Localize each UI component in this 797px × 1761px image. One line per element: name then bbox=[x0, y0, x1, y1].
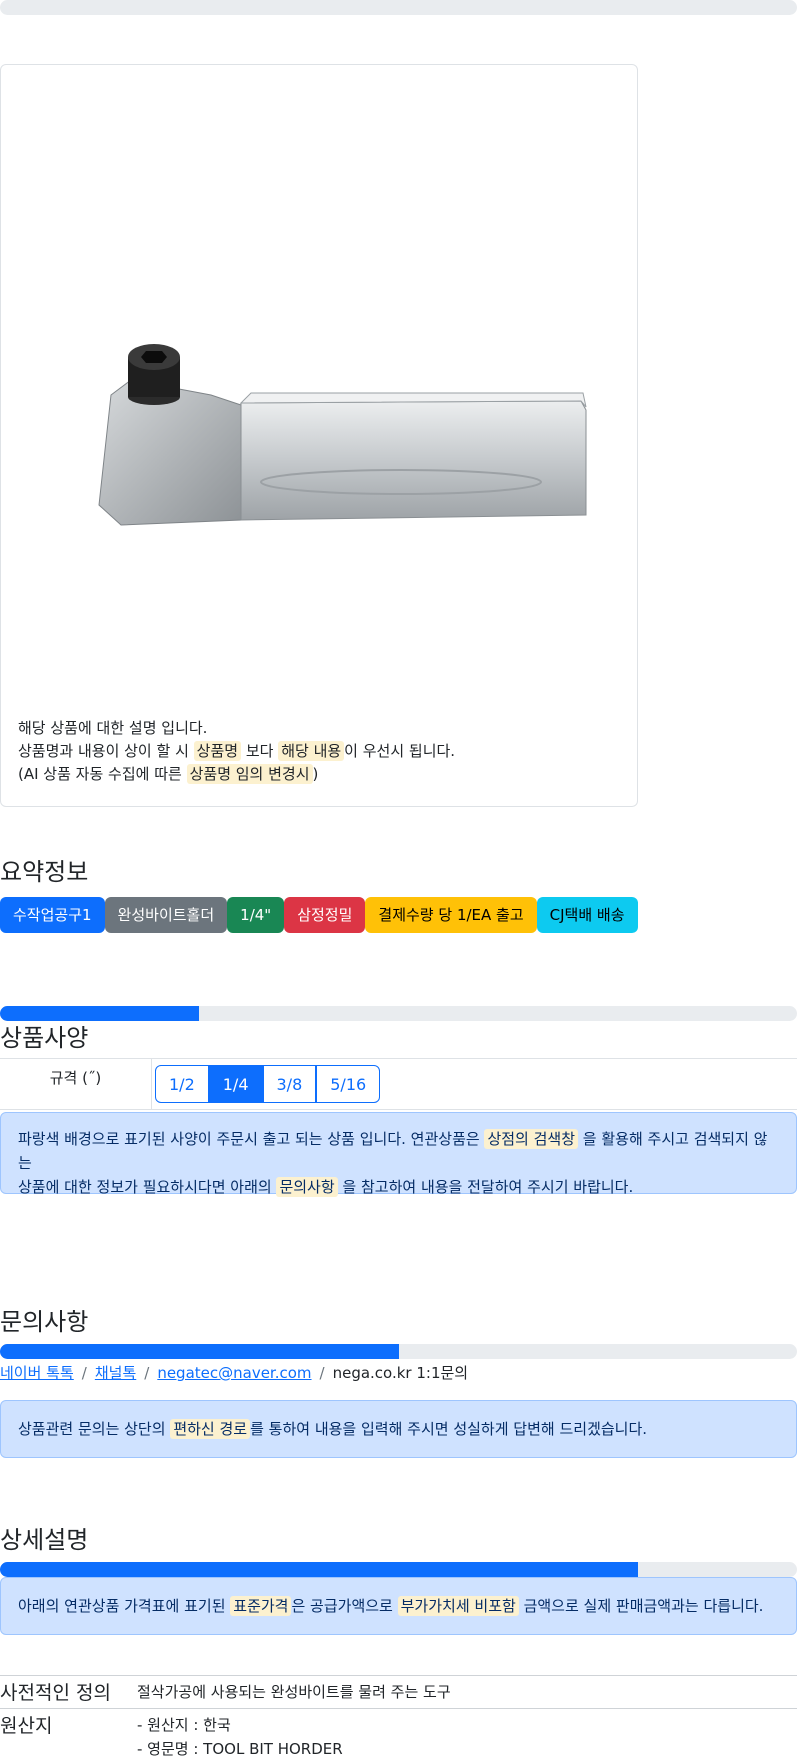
summary-badge: 1/4" bbox=[227, 897, 285, 933]
note-text: 이 우선시 됩니다. bbox=[344, 742, 456, 760]
naver-talk-link[interactable]: 네이버 톡톡 bbox=[0, 1364, 74, 1382]
separator: / bbox=[319, 1364, 325, 1382]
product-note: 해당 상품에 대한 설명 입니다. 상품명과 내용이 상이 할 시 상품명 보다… bbox=[18, 717, 455, 786]
definition-key: 사전적인 정의 bbox=[0, 1682, 111, 1704]
spec-option-button[interactable]: 3/8 bbox=[262, 1065, 317, 1103]
specs-alert-line-2: 상품에 대한 정보가 필요하시다면 아래의 문의사항 을 참고하여 내용을 전달… bbox=[18, 1175, 779, 1199]
spec-table: 규격 (˝) 1/2 1/4 3/8 5/16 bbox=[0, 1058, 797, 1110]
note-text: (AI 상품 자동 수집에 따른 bbox=[18, 765, 187, 783]
note-text: 보다 bbox=[241, 742, 279, 760]
separator: / bbox=[144, 1364, 150, 1382]
note-line-1: 해당 상품에 대한 설명 입니다. bbox=[18, 719, 208, 737]
alert-text: 은 공급가액으로 bbox=[291, 1597, 398, 1615]
highlight-search: 상점의 검색창 bbox=[484, 1129, 579, 1149]
english-name: - 영문명 : TOOL BIT HORDER bbox=[137, 1740, 343, 1758]
highlight-product-name: 상품명 bbox=[193, 741, 242, 761]
highlight-standard-price: 표준가격 bbox=[230, 1596, 292, 1616]
one-on-one-inquiry: nega.co.kr 1:1문의 bbox=[332, 1364, 469, 1382]
alert-text: 를 통하여 내용을 입력해 주시면 성실하게 답변해 드리겠습니다. bbox=[250, 1420, 648, 1438]
note-text: 상품명과 내용이 상이 할 시 bbox=[18, 742, 194, 760]
summary-badge: 결제수량 당 1/EA 출고 bbox=[365, 897, 537, 933]
highlight-name-change: 상품명 임의 변경시 bbox=[186, 764, 313, 784]
spec-option-button[interactable]: 1/2 bbox=[155, 1065, 209, 1103]
note-text: ) bbox=[312, 765, 319, 783]
detail-progress-fill bbox=[0, 1562, 638, 1577]
summary-title: 요약정보 bbox=[0, 858, 89, 886]
definition-row: 사전적인 정의 절삭가공에 사용되는 완성바이트를 물려 주는 도구 bbox=[0, 1675, 797, 1709]
detail-title: 상세설명 bbox=[0, 1526, 89, 1554]
alert-text: 아래의 연관상품 가격표에 표기된 bbox=[18, 1597, 231, 1615]
definition-value: 절삭가공에 사용되는 완성바이트를 물려 주는 도구 bbox=[137, 1683, 451, 1701]
note-line-3: (AI 상품 자동 수집에 따른 상품명 임의 변경시) bbox=[18, 763, 455, 786]
alert-text: 상품관련 문의는 상단의 bbox=[18, 1420, 171, 1438]
note-line-2: 상품명과 내용이 상이 할 시 상품명 보다 해당 내용 이 우선시 됩니다. bbox=[18, 740, 455, 763]
specs-title: 상품사양 bbox=[0, 1024, 89, 1052]
origin-row: 원산지 - 원산지 : 한국 - 영문명 : TOOL BIT HORDER bbox=[0, 1708, 797, 1758]
highlight-content: 해당 내용 bbox=[278, 741, 345, 761]
origin-country: - 원산지 : 한국 bbox=[137, 1716, 231, 1734]
email-link[interactable]: negatec@naver.com bbox=[157, 1364, 311, 1382]
product-image-card: 해당 상품에 대한 설명 입니다. 상품명과 내용이 상이 할 시 상품명 보다… bbox=[0, 64, 638, 807]
alert-text: 을 참고하여 내용을 전달하여 주시기 바랍니다. bbox=[337, 1178, 634, 1196]
channel-talk-link[interactable]: 채널톡 bbox=[95, 1364, 136, 1382]
specs-alert-line-1: 파랑색 배경으로 표기된 사양이 주문시 출고 되는 상품 입니다. 연관상품은… bbox=[18, 1127, 779, 1175]
alert-text: 파랑색 배경으로 표기된 사양이 주문시 출고 되는 상품 입니다. 연관상품은 bbox=[18, 1130, 485, 1148]
origin-value: - 원산지 : 한국 - 영문명 : TOOL BIT HORDER bbox=[137, 1713, 343, 1761]
alert-text: 상품에 대한 정보가 필요하시다면 아래의 bbox=[18, 1178, 277, 1196]
summary-badges: 수작업공구1 완성바이트홀더 1/4" 삼정정밀 결제수량 당 1/EA 출고 CJ택배 … bbox=[0, 897, 638, 933]
spec-option-button[interactable]: 5/16 bbox=[316, 1065, 381, 1103]
spec-options: 1/2 1/4 3/8 5/16 bbox=[155, 1065, 381, 1103]
product-photo bbox=[98, 344, 587, 526]
spec-label: 규격 (˝) bbox=[0, 1059, 152, 1109]
specs-alert: 파랑색 배경으로 표기된 사양이 주문시 출고 되는 상품 입니다. 연관상품은… bbox=[0, 1112, 797, 1197]
highlight-vat-excluded: 부가가치세 비포함 bbox=[397, 1596, 519, 1616]
summary-badge: 완성바이트홀더 bbox=[104, 897, 228, 933]
origin-key: 원산지 bbox=[0, 1715, 53, 1737]
detail-progress-bar bbox=[0, 1562, 797, 1577]
specs-progress-bar bbox=[0, 1006, 797, 1021]
highlight-route: 편하신 경로 bbox=[170, 1419, 251, 1439]
inquiry-progress-bar bbox=[0, 1344, 797, 1359]
inquiry-channels: 네이버 톡톡 / 채널톡 / negatec@naver.com / nega.co.kr … bbox=[0, 1362, 468, 1383]
summary-badge: 삼정정밀 bbox=[284, 897, 366, 933]
top-progress-bar bbox=[0, 0, 797, 15]
inquiry-title: 문의사항 bbox=[0, 1308, 89, 1336]
inquiry-alert: 상품관련 문의는 상단의 편하신 경로 를 통하여 내용을 입력해 주시면 성실하… bbox=[0, 1400, 797, 1458]
detail-alert: 아래의 연관상품 가격표에 표기된 표준가격 은 공급가액으로 부가가치세 비포함… bbox=[0, 1577, 797, 1635]
alert-text: 금액으로 실제 판매금액과는 다릅니다. bbox=[518, 1597, 764, 1615]
separator: / bbox=[81, 1364, 87, 1382]
inquiry-progress-fill bbox=[0, 1344, 399, 1359]
summary-badge: 수작업공구1 bbox=[0, 897, 105, 933]
summary-badge: CJ택배 배송 bbox=[536, 897, 638, 933]
spec-option-button[interactable]: 1/4 bbox=[208, 1065, 263, 1103]
highlight-inquiry: 문의사항 bbox=[276, 1177, 338, 1197]
